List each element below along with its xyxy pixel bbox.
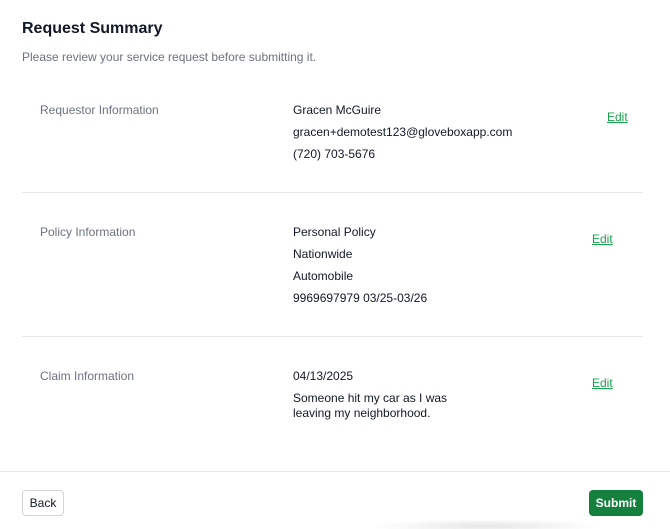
- requestor-email: gracen+demotest123@gloveboxapp.com: [293, 125, 513, 139]
- claim-section-label: Claim Information: [40, 369, 135, 383]
- requestor-phone: (720) 703-5676: [293, 147, 376, 161]
- section-divider: [22, 336, 643, 337]
- edit-claim-link[interactable]: Edit: [592, 376, 613, 390]
- policy-section-label: Policy Information: [40, 225, 136, 239]
- claim-values: 04/13/2025 Someone hit my car as I was l…: [293, 369, 488, 420]
- request-summary-page: Request Summary Please review your servi…: [0, 0, 670, 529]
- policy-values: Personal Policy Nationwide Automobile 99…: [293, 225, 427, 313]
- policy-type: Personal Policy: [293, 225, 376, 239]
- claim-date: 04/13/2025: [293, 369, 354, 383]
- edit-policy-link[interactable]: Edit: [592, 232, 613, 246]
- requestor-name: Gracen McGuire: [293, 103, 382, 117]
- claim-description: Someone hit my car as I was leaving my n…: [293, 391, 448, 420]
- policy-category: Automobile: [293, 269, 354, 283]
- requestor-section-label: Requestor Information: [40, 103, 159, 117]
- submit-button[interactable]: Submit: [589, 490, 643, 516]
- requestor-values: Gracen McGuire gracen+demotest123@gloveb…: [293, 103, 512, 169]
- back-button[interactable]: Back: [22, 490, 64, 516]
- page-subtitle: Please review your service request befor…: [22, 50, 317, 64]
- section-divider: [22, 192, 643, 193]
- policy-carrier: Nationwide: [293, 247, 353, 261]
- bottom-shadow: [370, 519, 600, 529]
- page-title: Request Summary: [22, 20, 163, 37]
- footer-divider: [0, 471, 670, 472]
- policy-number-term: 9969697979 03/25-03/26: [293, 291, 428, 305]
- edit-requestor-link[interactable]: Edit: [607, 110, 628, 124]
